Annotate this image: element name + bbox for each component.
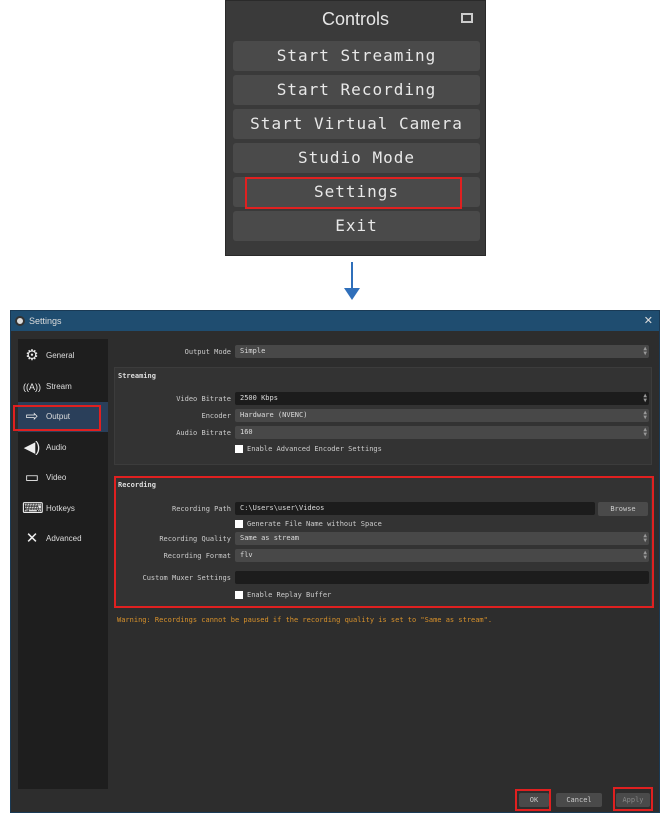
apply-highlight — [613, 787, 653, 811]
spinner-icon: ▲ ▼ — [643, 345, 647, 357]
sidebar-label: Stream — [46, 382, 72, 391]
sidebar-item-general[interactable]: ⚙ General — [18, 341, 108, 371]
sidebar-label: General — [46, 351, 75, 360]
audio-bitrate-value: 160 — [240, 428, 253, 436]
recording-highlight — [114, 476, 654, 608]
title-bar: Settings ✕ — [11, 311, 659, 331]
sidebar-label: Hotkeys — [46, 504, 75, 513]
warning-text: Warning: Recordings cannot be paused if … — [117, 616, 493, 624]
sidebar-item-audio[interactable]: ◀) Audio — [18, 433, 108, 463]
sidebar-item-hotkeys[interactable]: ⌨ Hotkeys — [18, 494, 108, 524]
sidebar-label: Video — [46, 473, 67, 482]
sidebar-item-advanced[interactable]: ✕ Advanced — [18, 524, 108, 554]
controls-dock: Controls Start Streaming Start Recording… — [225, 0, 486, 256]
sidebar-item-video[interactable]: ▭ Video — [18, 463, 108, 493]
close-icon[interactable]: ✕ — [644, 311, 653, 331]
output-mode-value: Simple — [240, 347, 266, 355]
advanced-encoder-checkbox[interactable]: Enable Advanced Encoder Settings — [235, 444, 382, 454]
studio-mode-button[interactable]: Studio Mode — [233, 143, 480, 173]
speaker-icon: ◀) — [23, 439, 41, 456]
video-bitrate-input[interactable]: 2500 Kbps ▲ ▼ — [235, 392, 649, 405]
monitor-icon: ▭ — [24, 469, 40, 486]
ok-highlight — [515, 789, 551, 811]
spinner-icon: ▲ ▼ — [643, 426, 647, 438]
settings-window: Settings ✕ ⚙ General ((A)) Stream ⇨ Output … — [10, 310, 660, 813]
start-streaming-button[interactable]: Start Streaming — [233, 41, 480, 71]
tools-icon: ✕ — [25, 530, 39, 547]
encoder-label: Encoder — [201, 412, 231, 420]
spinner-icon[interactable]: ▲ ▼ — [643, 393, 647, 404]
audio-bitrate-label: Audio Bitrate — [176, 429, 231, 437]
start-virtual-camera-button[interactable]: Start Virtual Camera — [233, 109, 480, 139]
sidebar-label: Audio — [46, 443, 67, 452]
exit-button[interactable]: Exit — [233, 211, 480, 241]
controls-title: Controls — [321, 9, 390, 29]
settings-highlight — [245, 177, 462, 209]
window-title: Settings — [29, 316, 62, 326]
arrowhead-icon — [344, 288, 360, 300]
antenna-icon: ((A)) — [23, 382, 41, 392]
sidebar-label: Advanced — [46, 534, 82, 543]
streaming-title: Streaming — [118, 372, 156, 380]
video-bitrate-value: 2500 Kbps — [240, 394, 278, 402]
output-highlight — [13, 405, 101, 431]
spinner-icon: ▲ ▼ — [643, 409, 647, 421]
output-mode-label: Output Mode — [184, 348, 231, 356]
sidebar-item-stream[interactable]: ((A)) Stream — [18, 372, 108, 402]
output-mode-select[interactable]: Simple ▲ ▼ — [235, 345, 649, 358]
streaming-group: Streaming Video Bitrate 2500 Kbps ▲ ▼ Enco… — [114, 367, 652, 465]
gear-icon: ⚙ — [25, 347, 39, 364]
obs-logo-icon — [15, 316, 25, 326]
keyboard-icon: ⌨ — [22, 500, 44, 517]
undock-icon[interactable] — [461, 13, 473, 23]
encoder-select[interactable]: Hardware (NVENC) ▲ ▼ — [235, 409, 649, 422]
video-bitrate-label: Video Bitrate — [176, 395, 231, 403]
start-recording-button[interactable]: Start Recording — [233, 75, 480, 105]
audio-bitrate-select[interactable]: 160 ▲ ▼ — [235, 426, 649, 439]
encoder-value: Hardware (NVENC) — [240, 411, 308, 419]
cancel-button[interactable]: Cancel — [556, 793, 602, 807]
